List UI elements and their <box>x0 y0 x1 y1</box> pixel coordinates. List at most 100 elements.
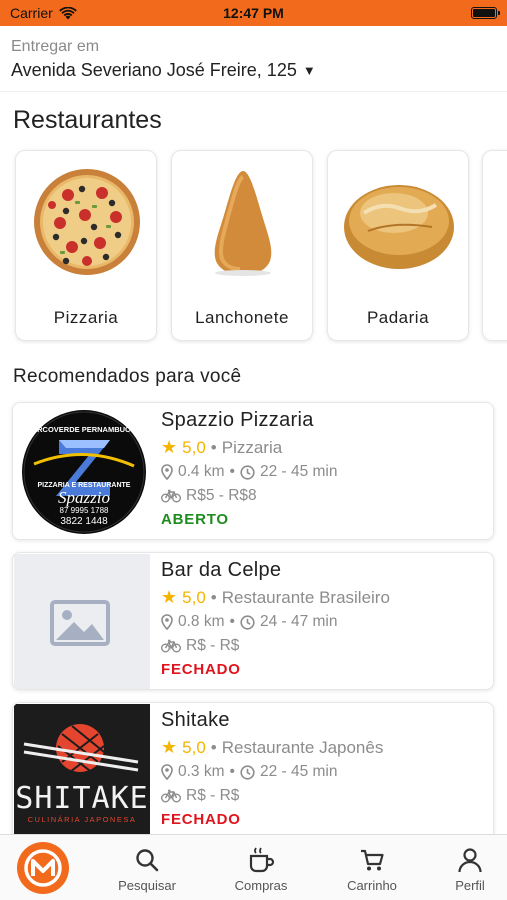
restaurants-section-title: Restaurantes <box>13 106 162 134</box>
restaurant-card-spazzio[interactable]: ARCOVERDE PERNAMBUCO PIZZARIA E RESTAURA… <box>12 402 494 540</box>
user-icon <box>458 848 482 873</box>
distance-value: 0.8 km <box>178 613 225 630</box>
delivery-time: 24 - 47 min <box>259 613 338 630</box>
status-badge: ABERTO <box>161 510 229 528</box>
rating-row: ★ 5,0 • Restaurante Japonês <box>161 735 485 760</box>
separator-dot: • <box>210 587 217 607</box>
tab-home[interactable] <box>12 835 74 900</box>
location-pin-icon <box>161 464 173 480</box>
logo-phone2-text: 3822 1448 <box>60 516 108 527</box>
clock-icon <box>240 764 255 780</box>
tab-label: Carrinho <box>347 878 397 893</box>
restaurant-name: Shitake <box>161 709 230 731</box>
restaurant-card-shitake[interactable]: SHITAKE CULINÁRIA JAPONESA Shitake ★ 5,0… <box>12 702 494 840</box>
rating-value: 5,0 <box>182 437 206 457</box>
tab-label: Compras <box>234 878 288 893</box>
delivery-fee-row: R$ - R$ <box>161 634 485 658</box>
separator-dot: • <box>210 437 217 457</box>
separator-dot: • <box>229 463 235 480</box>
tab-profile[interactable]: Perfil <box>433 835 507 900</box>
rating-value: 5,0 <box>182 587 206 607</box>
restaurant-name: Bar da Celpe <box>161 559 282 581</box>
restaurant-info: Spazzio Pizzaria ★ 5,0 • Pizzaria 0.4 km… <box>161 409 485 530</box>
restaurant-name: Spazzio Pizzaria <box>161 409 314 431</box>
restaurant-category: Pizzaria <box>221 437 283 457</box>
delivery-fee: R$ - R$ <box>186 637 240 654</box>
tab-cart[interactable]: Carrinho <box>333 835 411 900</box>
distance-time-row: 0.8 km • 24 - 47 min <box>161 610 485 634</box>
delivery-fee-row: R$ - R$ <box>161 784 485 808</box>
restaurant-logo: ARCOVERDE PERNAMBUCO PIZZARIA E RESTAURA… <box>14 404 150 539</box>
category-card-lanchonete[interactable]: Lanchonete <box>171 150 313 341</box>
tab-purchases[interactable]: Compras <box>222 835 300 900</box>
distance-value: 0.3 km <box>178 763 225 780</box>
distance-value: 0.4 km <box>178 463 225 480</box>
restaurant-logo-placeholder <box>14 554 150 689</box>
status-badge: FECHADO <box>161 660 241 678</box>
restaurant-info: Bar da Celpe ★ 5,0 • Restaurante Brasile… <box>161 559 485 680</box>
category-name: Lanchonete <box>195 308 289 327</box>
delivery-fee-row: R$5 - R$8 <box>161 484 485 508</box>
spazzio-logo-image: ARCOVERDE PERNAMBUCO PIZZARIA E RESTAURA… <box>14 404 150 539</box>
status-badge: FECHADO <box>161 810 241 828</box>
restaurant-card-bar-da-celpe[interactable]: Bar da Celpe ★ 5,0 • Restaurante Brasile… <box>12 552 494 690</box>
delivery-address-selector[interactable]: Entregar em Avenida Severiano José Freir… <box>0 26 507 92</box>
separator-dot: • <box>229 613 235 630</box>
coffee-cup-icon <box>249 847 275 873</box>
bicycle-icon <box>161 639 181 653</box>
restaurant-category: Restaurante Japonês <box>221 737 384 757</box>
logo-brand-text: SHITAKE <box>15 781 148 816</box>
bicycle-icon <box>161 789 181 803</box>
delivery-fee: R$ - R$ <box>186 787 240 804</box>
shitake-logo-image: SHITAKE CULINÁRIA JAPONESA <box>14 704 150 839</box>
pizza-image <box>34 169 140 275</box>
delivery-fee: R$5 - R$8 <box>186 487 257 504</box>
category-carousel[interactable]: Pizzaria Lanchonete Padaria <box>0 148 507 344</box>
tab-label: Perfil <box>455 878 485 893</box>
cart-icon <box>361 849 384 871</box>
separator-dot: • <box>229 763 235 780</box>
delivery-time: 22 - 45 min <box>259 463 338 480</box>
recommended-title: Recomendados para você <box>13 366 242 387</box>
separator-dot: • <box>210 737 217 757</box>
tab-search[interactable]: Pesquisar <box>108 835 186 900</box>
search-icon <box>136 849 159 872</box>
delivery-time: 22 - 45 min <box>259 763 338 780</box>
category-name: Pizzaria <box>53 308 119 327</box>
battery-icon <box>471 7 500 19</box>
caret-down-icon: ▼ <box>302 63 316 78</box>
category-name: Padaria <box>366 308 430 327</box>
bread-image <box>344 185 454 269</box>
clock-icon <box>240 614 255 630</box>
location-pin-icon <box>161 764 173 780</box>
bicycle-icon <box>161 489 181 503</box>
logo-brand-text: Spazzio <box>58 488 110 507</box>
delivery-address-label: Entregar em <box>11 38 100 55</box>
distance-time-row: 0.3 km • 22 - 45 min <box>161 760 485 784</box>
app-logo-icon <box>17 842 69 894</box>
rating-row: ★ 5,0 • Pizzaria <box>161 435 485 460</box>
restaurant-category: Restaurante Brasileiro <box>221 587 390 607</box>
bottom-tab-bar: Pesquisar Compras Carrinho Perfil <box>0 834 507 900</box>
tab-label: Pesquisar <box>118 878 176 893</box>
star-icon: ★ <box>161 737 178 757</box>
star-icon: ★ <box>161 437 178 457</box>
restaurant-logo: SHITAKE CULINÁRIA JAPONESA <box>14 704 150 839</box>
category-card-partial[interactable] <box>482 150 507 341</box>
rating-row: ★ 5,0 • Restaurante Brasileiro <box>161 585 485 610</box>
logo-phone1-text: 87 9995 1788 <box>60 506 109 515</box>
status-bar: Carrier 12:47 PM <box>0 0 507 26</box>
delivery-address-value[interactable]: Avenida Severiano José Freire, 125 ▼ <box>11 60 316 81</box>
clock-icon <box>240 464 255 480</box>
rating-value: 5,0 <box>182 737 206 757</box>
restaurant-info: Shitake ★ 5,0 • Restaurante Japonês 0.3 … <box>161 709 485 830</box>
category-card-pizzaria[interactable]: Pizzaria <box>15 150 157 341</box>
logo-top-text: ARCOVERDE PERNAMBUCO <box>32 425 137 434</box>
image-placeholder-icon <box>50 600 110 646</box>
star-icon: ★ <box>161 587 178 607</box>
distance-time-row: 0.4 km • 22 - 45 min <box>161 460 485 484</box>
logo-sub-text: CULINÁRIA JAPONESA <box>28 815 137 824</box>
clock: 12:47 PM <box>223 5 284 21</box>
delivery-address-text: Avenida Severiano José Freire, 125 <box>11 60 297 80</box>
category-card-padaria[interactable]: Padaria <box>327 150 469 341</box>
